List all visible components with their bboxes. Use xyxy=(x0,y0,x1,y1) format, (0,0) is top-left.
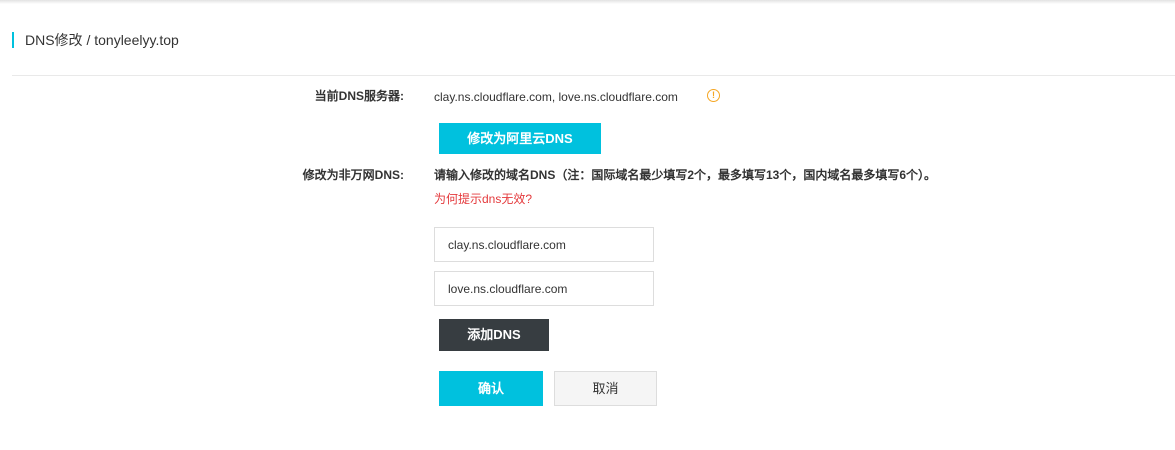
add-dns-button[interactable]: 添加DNS xyxy=(439,319,549,351)
page-header: DNS修改 / tonyleelyy.top xyxy=(0,0,1175,76)
switch-to-aliyun-dns-button[interactable]: 修改为阿里云DNS xyxy=(439,123,601,154)
title-accent-bar xyxy=(12,32,14,48)
dns-instruction-text: 请输入修改的域名DNS（注：国际域名最少填写2个，最多填写13个，国内域名最多填… xyxy=(434,168,937,182)
header-divider xyxy=(12,75,1175,76)
dns-invalid-help-link[interactable]: 为何提示dns无效? xyxy=(434,191,532,207)
current-dns-label: 当前DNS服务器: xyxy=(314,89,404,103)
page-title: DNS修改 / tonyleelyy.top xyxy=(25,32,179,48)
confirm-button[interactable]: 确认 xyxy=(439,371,543,406)
current-dns-value: clay.ns.cloudflare.com, love.ns.cloudfla… xyxy=(434,90,678,104)
info-circle-icon[interactable]: ! xyxy=(707,89,720,102)
dns-input-1[interactable] xyxy=(434,227,654,262)
non-wan-dns-label: 修改为非万网DNS: xyxy=(302,168,404,182)
dns-input-2[interactable] xyxy=(434,271,654,306)
cancel-button[interactable]: 取消 xyxy=(554,371,657,406)
